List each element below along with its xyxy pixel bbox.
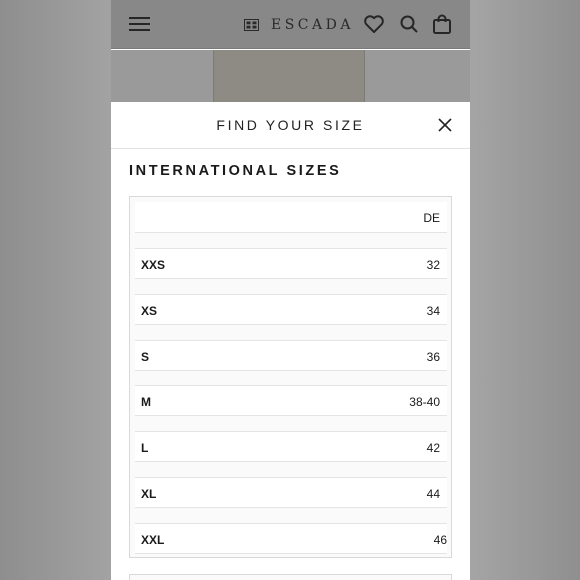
table-row: XL 44 — [135, 477, 447, 508]
table-row: XXS 32 — [135, 248, 447, 279]
table-row: M 38-40 — [135, 385, 447, 416]
size-value-de: 46 — [433, 533, 447, 547]
size-label: M — [141, 395, 151, 409]
table-row: XXL 46 — [135, 523, 447, 554]
search-icon[interactable] — [398, 13, 420, 35]
size-value-de: 44 — [426, 487, 440, 501]
shopping-bag-icon[interactable] — [431, 13, 453, 35]
next-size-table-partial — [129, 574, 452, 580]
table-header-row: DE — [135, 202, 447, 233]
product-image-backdrop — [111, 50, 470, 102]
table-row: S 36 — [135, 340, 447, 371]
section-title: INTERNATIONAL SIZES — [129, 163, 342, 179]
size-label: XXS — [141, 258, 166, 272]
brand-logo[interactable]: ESCADA — [244, 15, 354, 35]
size-value-de: 36 — [426, 350, 440, 364]
size-guide-modal: FIND YOUR SIZE INTERNATIONAL SIZES DE XX… — [111, 102, 470, 580]
brand-name: ESCADA — [271, 17, 354, 33]
size-value-de: 32 — [426, 258, 440, 272]
modal-header: FIND YOUR SIZE — [111, 102, 470, 149]
close-icon[interactable] — [438, 118, 452, 132]
escada-monogram-icon — [244, 19, 259, 31]
size-value-de: 34 — [426, 304, 440, 318]
size-value-de: 42 — [426, 441, 440, 455]
size-label: L — [141, 441, 149, 455]
size-label: XL — [141, 487, 157, 501]
site-header: ESCADA — [111, 0, 470, 49]
column-header-de: DE — [423, 211, 440, 225]
size-label: XXL — [141, 533, 165, 547]
table-row: L 42 — [135, 431, 447, 462]
mobile-viewport: ESCADA FIND YOUR SIZE INTERNATIONAL SIZE… — [111, 0, 470, 580]
product-image — [213, 50, 365, 102]
heart-icon[interactable] — [363, 13, 385, 35]
modal-title: FIND YOUR SIZE — [216, 117, 365, 133]
size-label: XS — [141, 304, 158, 318]
size-table: DE XXS 32 XS 34 S 36 M 38-40 L 42 XL 44 … — [129, 196, 452, 558]
size-value-de: 38-40 — [409, 395, 440, 409]
table-row: XS 34 — [135, 294, 447, 325]
size-label: S — [141, 350, 150, 364]
hamburger-menu-icon[interactable] — [129, 15, 150, 33]
